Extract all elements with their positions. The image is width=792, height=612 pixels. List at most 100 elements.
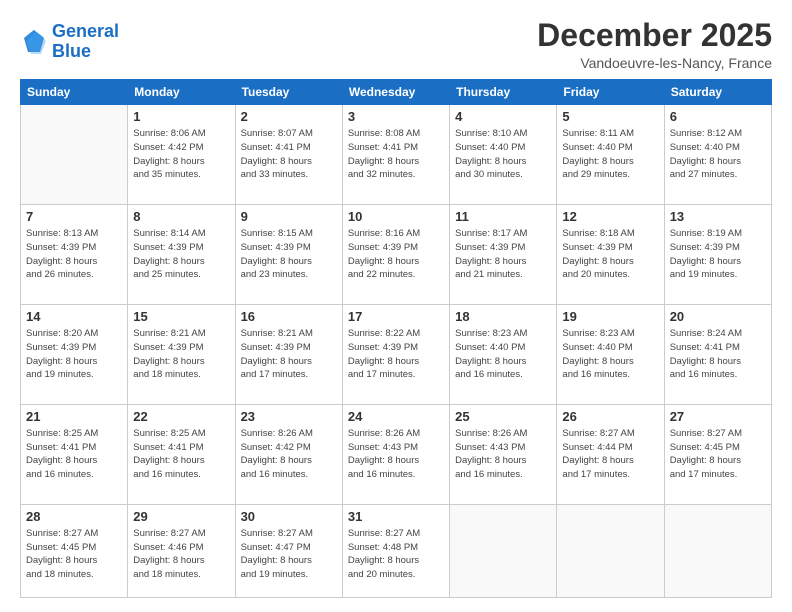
day-number: 26 <box>562 409 658 424</box>
day-cell: 17 Sunrise: 8:22 AMSunset: 4:39 PMDayligh… <box>342 305 449 405</box>
day-info: Sunrise: 8:27 AMSunset: 4:45 PMDaylight:… <box>26 527 122 582</box>
day-info: Sunrise: 8:25 AMSunset: 4:41 PMDaylight:… <box>26 427 122 482</box>
day-cell: 1 Sunrise: 8:06 AMSunset: 4:42 PMDaylight… <box>128 105 235 205</box>
day-number: 2 <box>241 109 337 124</box>
day-cell: 12Sunrise: 8:18 AMSunset: 4:39 PMDayligh… <box>557 205 664 305</box>
day-info: Sunrise: 8:07 AMSunset: 4:41 PMDaylight:… <box>241 127 337 182</box>
day-number: 14 <box>26 309 122 324</box>
day-cell: 18 Sunrise: 8:23 AMSunset: 4:40 PMDayligh… <box>450 305 557 405</box>
calendar-header-saturday: Saturday <box>664 80 771 105</box>
day-cell: 5Sunrise: 8:11 AMSunset: 4:40 PMDaylight… <box>557 105 664 205</box>
day-info: Sunrise: 8:24 AMSunset: 4:41 PMDaylight:… <box>670 327 766 382</box>
day-info: Sunrise: 8:16 AMSunset: 4:39 PMDaylight:… <box>348 227 444 282</box>
calendar-header-friday: Friday <box>557 80 664 105</box>
day-cell: 14Sunrise: 8:20 AMSunset: 4:39 PMDayligh… <box>21 305 128 405</box>
week-row-1: 1 Sunrise: 8:06 AMSunset: 4:42 PMDaylight… <box>21 105 772 205</box>
page: General Blue December 2025 Vandoeuvre-le… <box>0 0 792 612</box>
day-info: Sunrise: 8:21 AMSunset: 4:39 PMDaylight:… <box>241 327 337 382</box>
day-cell: 7 Sunrise: 8:13 AMSunset: 4:39 PMDaylight… <box>21 205 128 305</box>
day-number: 15 <box>133 309 229 324</box>
day-info: Sunrise: 8:27 AMSunset: 4:46 PMDaylight:… <box>133 527 229 582</box>
day-cell: 9 Sunrise: 8:15 AMSunset: 4:39 PMDaylight… <box>235 205 342 305</box>
day-cell: 15Sunrise: 8:21 AMSunset: 4:39 PMDayligh… <box>128 305 235 405</box>
header: General Blue December 2025 Vandoeuvre-le… <box>20 18 772 71</box>
day-info: Sunrise: 8:15 AMSunset: 4:39 PMDaylight:… <box>241 227 337 282</box>
day-cell: 16 Sunrise: 8:21 AMSunset: 4:39 PMDayligh… <box>235 305 342 405</box>
day-info: Sunrise: 8:26 AMSunset: 4:43 PMDaylight:… <box>348 427 444 482</box>
day-number: 25 <box>455 409 551 424</box>
day-number: 7 <box>26 209 122 224</box>
day-number: 4 <box>455 109 551 124</box>
day-number: 20 <box>670 309 766 324</box>
day-number: 30 <box>241 509 337 524</box>
day-info: Sunrise: 8:27 AMSunset: 4:45 PMDaylight:… <box>670 427 766 482</box>
day-info: Sunrise: 8:08 AMSunset: 4:41 PMDaylight:… <box>348 127 444 182</box>
day-cell: 2 Sunrise: 8:07 AMSunset: 4:41 PMDaylight… <box>235 105 342 205</box>
day-number: 23 <box>241 409 337 424</box>
day-cell <box>450 504 557 597</box>
logo-text: General Blue <box>52 22 119 62</box>
calendar-header-row: SundayMondayTuesdayWednesdayThursdayFrid… <box>21 80 772 105</box>
day-info: Sunrise: 8:10 AMSunset: 4:40 PMDaylight:… <box>455 127 551 182</box>
calendar-header-tuesday: Tuesday <box>235 80 342 105</box>
day-number: 28 <box>26 509 122 524</box>
calendar: SundayMondayTuesdayWednesdayThursdayFrid… <box>20 79 772 598</box>
week-row-3: 14Sunrise: 8:20 AMSunset: 4:39 PMDayligh… <box>21 305 772 405</box>
day-info: Sunrise: 8:27 AMSunset: 4:44 PMDaylight:… <box>562 427 658 482</box>
day-number: 13 <box>670 209 766 224</box>
day-info: Sunrise: 8:26 AMSunset: 4:42 PMDaylight:… <box>241 427 337 482</box>
day-cell: 3 Sunrise: 8:08 AMSunset: 4:41 PMDaylight… <box>342 105 449 205</box>
day-number: 11 <box>455 209 551 224</box>
day-cell: 21Sunrise: 8:25 AMSunset: 4:41 PMDayligh… <box>21 404 128 504</box>
day-number: 1 <box>133 109 229 124</box>
calendar-header-thursday: Thursday <box>450 80 557 105</box>
day-info: Sunrise: 8:23 AMSunset: 4:40 PMDaylight:… <box>562 327 658 382</box>
week-row-5: 28 Sunrise: 8:27 AMSunset: 4:45 PMDayligh… <box>21 504 772 597</box>
day-cell: 31Sunrise: 8:27 AMSunset: 4:48 PMDayligh… <box>342 504 449 597</box>
day-cell <box>664 504 771 597</box>
calendar-header-wednesday: Wednesday <box>342 80 449 105</box>
day-cell: 24 Sunrise: 8:26 AMSunset: 4:43 PMDayligh… <box>342 404 449 504</box>
day-cell: 23 Sunrise: 8:26 AMSunset: 4:42 PMDayligh… <box>235 404 342 504</box>
day-cell: 4 Sunrise: 8:10 AMSunset: 4:40 PMDaylight… <box>450 105 557 205</box>
day-info: Sunrise: 8:23 AMSunset: 4:40 PMDaylight:… <box>455 327 551 382</box>
day-cell: 11 Sunrise: 8:17 AMSunset: 4:39 PMDayligh… <box>450 205 557 305</box>
day-info: Sunrise: 8:13 AMSunset: 4:39 PMDaylight:… <box>26 227 122 282</box>
calendar-header-sunday: Sunday <box>21 80 128 105</box>
day-cell: 26 Sunrise: 8:27 AMSunset: 4:44 PMDayligh… <box>557 404 664 504</box>
day-info: Sunrise: 8:19 AMSunset: 4:39 PMDaylight:… <box>670 227 766 282</box>
day-number: 10 <box>348 209 444 224</box>
day-cell: 6Sunrise: 8:12 AMSunset: 4:40 PMDaylight… <box>664 105 771 205</box>
day-cell: 8Sunrise: 8:14 AMSunset: 4:39 PMDaylight… <box>128 205 235 305</box>
logo-blue: Blue <box>52 41 91 61</box>
day-number: 22 <box>133 409 229 424</box>
day-info: Sunrise: 8:26 AMSunset: 4:43 PMDaylight:… <box>455 427 551 482</box>
day-number: 9 <box>241 209 337 224</box>
logo: General Blue <box>20 22 119 62</box>
day-cell: 22Sunrise: 8:25 AMSunset: 4:41 PMDayligh… <box>128 404 235 504</box>
week-row-4: 21Sunrise: 8:25 AMSunset: 4:41 PMDayligh… <box>21 404 772 504</box>
day-number: 3 <box>348 109 444 124</box>
day-info: Sunrise: 8:22 AMSunset: 4:39 PMDaylight:… <box>348 327 444 382</box>
day-info: Sunrise: 8:06 AMSunset: 4:42 PMDaylight:… <box>133 127 229 182</box>
day-number: 17 <box>348 309 444 324</box>
week-row-2: 7 Sunrise: 8:13 AMSunset: 4:39 PMDaylight… <box>21 205 772 305</box>
logo-icon <box>20 28 48 56</box>
day-cell: 28 Sunrise: 8:27 AMSunset: 4:45 PMDayligh… <box>21 504 128 597</box>
day-number: 12 <box>562 209 658 224</box>
day-cell: 13 Sunrise: 8:19 AMSunset: 4:39 PMDayligh… <box>664 205 771 305</box>
day-cell: 19 Sunrise: 8:23 AMSunset: 4:40 PMDayligh… <box>557 305 664 405</box>
day-info: Sunrise: 8:11 AMSunset: 4:40 PMDaylight:… <box>562 127 658 182</box>
month-title: December 2025 <box>537 18 772 53</box>
day-info: Sunrise: 8:17 AMSunset: 4:39 PMDaylight:… <box>455 227 551 282</box>
day-number: 19 <box>562 309 658 324</box>
day-number: 24 <box>348 409 444 424</box>
title-block: December 2025 Vandoeuvre-les-Nancy, Fran… <box>537 18 772 71</box>
day-number: 18 <box>455 309 551 324</box>
day-cell: 20 Sunrise: 8:24 AMSunset: 4:41 PMDayligh… <box>664 305 771 405</box>
day-cell: 10 Sunrise: 8:16 AMSunset: 4:39 PMDayligh… <box>342 205 449 305</box>
day-number: 31 <box>348 509 444 524</box>
day-cell: 27Sunrise: 8:27 AMSunset: 4:45 PMDayligh… <box>664 404 771 504</box>
day-info: Sunrise: 8:12 AMSunset: 4:40 PMDaylight:… <box>670 127 766 182</box>
day-number: 16 <box>241 309 337 324</box>
